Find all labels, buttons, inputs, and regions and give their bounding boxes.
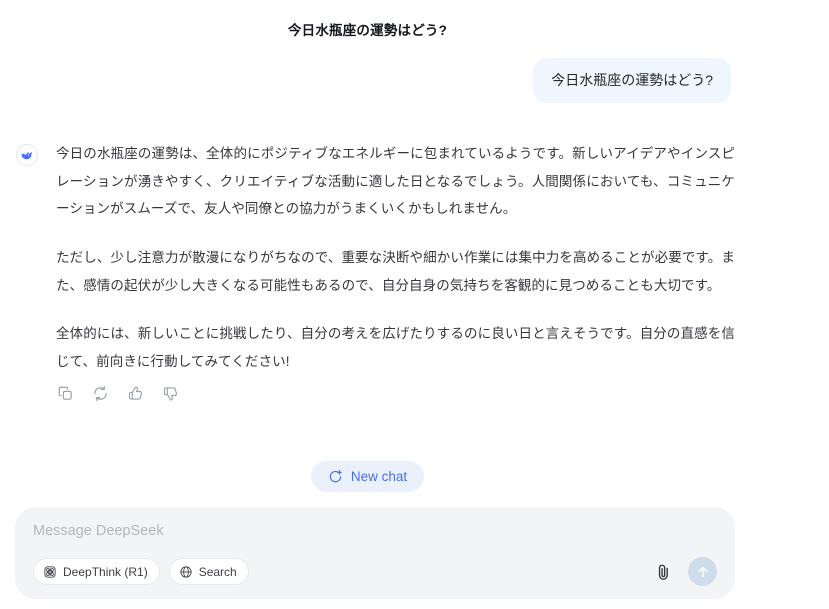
deepthink-label: DeepThink (R1): [63, 564, 148, 579]
search-label: Search: [198, 564, 237, 579]
composer-toolbar: DeepThink (R1) Search: [33, 557, 717, 586]
thumbs-up-icon[interactable]: [126, 385, 144, 403]
new-chat-label: New chat: [350, 469, 408, 484]
assistant-message-row: 今日の水瓶座の運勢は、全体的にポジティブなエネルギーに包まれているようです。新し…: [0, 140, 735, 403]
user-message-row: 今日水瓶座の運勢はどう?: [0, 58, 735, 103]
paperclip-icon[interactable]: [652, 561, 674, 583]
new-chat-button[interactable]: New chat: [310, 461, 425, 492]
assistant-paragraph: 全体的には、新しいことに挑戦したり、自分の考えを広げたりするのに良い日と言えそう…: [56, 326, 735, 370]
page-title: 今日水瓶座の運勢はどう?: [287, 23, 448, 38]
search-toggle[interactable]: Search: [168, 558, 249, 585]
send-button[interactable]: [688, 557, 717, 586]
message-input[interactable]: Message DeepSeek: [33, 523, 717, 540]
deepthink-toggle[interactable]: DeepThink (R1): [33, 558, 160, 585]
assistant-paragraph: 今日の水瓶座の運勢は、全体的にポジティブなエネルギーに包まれているようです。新し…: [56, 146, 735, 217]
message-composer[interactable]: Message DeepSeek DeepThink (R1) Search: [15, 507, 735, 599]
message-list: 今日水瓶座の運勢はどう? 今日の水瓶座の運勢は、全体的にポジティブなエネルギーに…: [0, 58, 735, 403]
deepseek-whale-icon: [16, 144, 38, 166]
arrow-up-icon: [695, 564, 711, 580]
new-chat-row: New chat: [0, 461, 735, 492]
assistant-paragraph: ただし、少し注意力が散漫になりがちなので、重要な決断や細かい作業には集中力を高め…: [56, 250, 735, 293]
user-message-bubble: 今日水瓶座の運勢はどう?: [533, 58, 731, 103]
regenerate-icon[interactable]: [91, 385, 109, 403]
assistant-message-body: 今日の水瓶座の運勢は、全体的にポジティブなエネルギーに包まれているようです。新し…: [56, 140, 735, 403]
new-chat-icon: [328, 469, 343, 484]
message-action-bar: [56, 385, 735, 403]
globe-icon: [179, 565, 193, 579]
deepthink-icon: [43, 565, 57, 579]
copy-icon[interactable]: [56, 385, 74, 403]
thumbs-down-icon[interactable]: [161, 385, 179, 403]
